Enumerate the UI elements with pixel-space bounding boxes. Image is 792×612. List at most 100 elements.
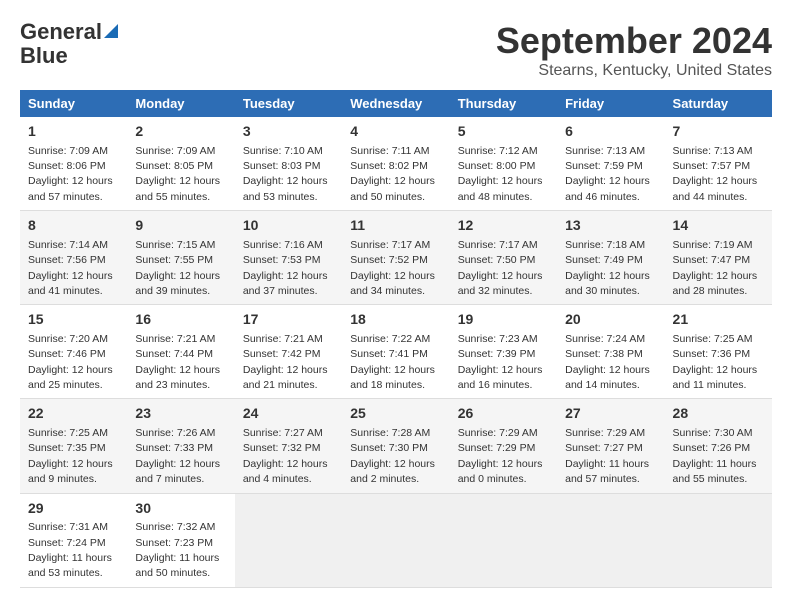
day-number: 15 <box>28 310 119 330</box>
logo-arrow-icon <box>104 24 118 38</box>
day-number: 12 <box>458 216 549 236</box>
day-info: Sunrise: 7:30 AM Sunset: 7:26 PM Dayligh… <box>673 427 757 485</box>
day-info: Sunrise: 7:21 AM Sunset: 7:44 PM Dayligh… <box>135 333 220 391</box>
calendar-cell: 9 Sunrise: 7:15 AM Sunset: 7:55 PM Daylig… <box>127 211 234 305</box>
calendar-cell: 29Sunrise: 7:31 AM Sunset: 7:24 PM Dayli… <box>20 493 127 587</box>
calendar-cell: 26 Sunrise: 7:29 AM Sunset: 7:29 PM Dayli… <box>450 399 557 493</box>
calendar-cell: 3 Sunrise: 7:10 AM Sunset: 8:03 PM Daylig… <box>235 117 342 211</box>
weekday-header-wednesday: Wednesday <box>342 90 449 117</box>
calendar-cell: 5 Sunrise: 7:12 AM Sunset: 8:00 PM Daylig… <box>450 117 557 211</box>
day-info: Sunrise: 7:28 AM Sunset: 7:30 PM Dayligh… <box>350 427 435 485</box>
calendar-cell: 20 Sunrise: 7:24 AM Sunset: 7:38 PM Dayli… <box>557 305 664 399</box>
day-number: 13 <box>565 216 656 236</box>
day-info: Sunrise: 7:24 AM Sunset: 7:38 PM Dayligh… <box>565 333 650 391</box>
calendar-cell: 18 Sunrise: 7:22 AM Sunset: 7:41 PM Dayli… <box>342 305 449 399</box>
day-info: Sunrise: 7:32 AM Sunset: 7:23 PM Dayligh… <box>135 521 219 579</box>
day-info: Sunrise: 7:09 AM Sunset: 8:06 PM Dayligh… <box>28 145 113 203</box>
day-number: 1 <box>28 122 119 142</box>
day-info: Sunrise: 7:22 AM Sunset: 7:41 PM Dayligh… <box>350 333 435 391</box>
calendar-cell: 25Sunrise: 7:28 AM Sunset: 7:30 PM Dayli… <box>342 399 449 493</box>
day-number: 7 <box>673 122 764 142</box>
day-info: Sunrise: 7:25 AM Sunset: 7:35 PM Dayligh… <box>28 427 113 485</box>
weekday-header-tuesday: Tuesday <box>235 90 342 117</box>
day-number: 10 <box>243 216 334 236</box>
weekday-header-thursday: Thursday <box>450 90 557 117</box>
calendar-cell <box>450 493 557 587</box>
day-number: 21 <box>673 310 764 330</box>
calendar-cell: 27 Sunrise: 7:29 AM Sunset: 7:27 PM Dayli… <box>557 399 664 493</box>
calendar-cell: 13 Sunrise: 7:18 AM Sunset: 7:49 PM Dayli… <box>557 211 664 305</box>
calendar-cell: 4 Sunrise: 7:11 AM Sunset: 8:02 PM Daylig… <box>342 117 449 211</box>
weekday-header-friday: Friday <box>557 90 664 117</box>
day-number: 22 <box>28 404 119 424</box>
calendar-cell: 30Sunrise: 7:32 AM Sunset: 7:23 PM Dayli… <box>127 493 234 587</box>
calendar-week-5: 29Sunrise: 7:31 AM Sunset: 7:24 PM Dayli… <box>20 493 772 587</box>
calendar-cell: 1 Sunrise: 7:09 AM Sunset: 8:06 PM Daylig… <box>20 117 127 211</box>
calendar-cell: 8Sunrise: 7:14 AM Sunset: 7:56 PM Daylig… <box>20 211 127 305</box>
day-info: Sunrise: 7:11 AM Sunset: 8:02 PM Dayligh… <box>350 145 435 203</box>
calendar-cell: 28 Sunrise: 7:30 AM Sunset: 7:26 PM Dayli… <box>665 399 772 493</box>
day-number: 11 <box>350 216 441 236</box>
calendar-cell: 22 Sunrise: 7:25 AM Sunset: 7:35 PM Dayli… <box>20 399 127 493</box>
day-number: 8 <box>28 216 119 236</box>
calendar-cell: 21 Sunrise: 7:25 AM Sunset: 7:36 PM Dayli… <box>665 305 772 399</box>
day-info: Sunrise: 7:15 AM Sunset: 7:55 PM Dayligh… <box>135 239 220 297</box>
day-info: Sunrise: 7:18 AM Sunset: 7:49 PM Dayligh… <box>565 239 650 297</box>
title-area: September 2024 Stearns, Kentucky, United… <box>496 20 772 80</box>
weekday-row: SundayMondayTuesdayWednesdayThursdayFrid… <box>20 90 772 117</box>
calendar-cell: 14 Sunrise: 7:19 AM Sunset: 7:47 PM Dayli… <box>665 211 772 305</box>
day-number: 6 <box>565 122 656 142</box>
calendar-cell: 10 Sunrise: 7:16 AM Sunset: 7:53 PM Dayli… <box>235 211 342 305</box>
calendar-table: SundayMondayTuesdayWednesdayThursdayFrid… <box>20 90 772 588</box>
day-info: Sunrise: 7:17 AM Sunset: 7:50 PM Dayligh… <box>458 239 543 297</box>
calendar-cell: 15 Sunrise: 7:20 AM Sunset: 7:46 PM Dayli… <box>20 305 127 399</box>
day-info: Sunrise: 7:23 AM Sunset: 7:39 PM Dayligh… <box>458 333 543 391</box>
calendar-cell: 24 Sunrise: 7:27 AM Sunset: 7:32 PM Dayli… <box>235 399 342 493</box>
day-info: Sunrise: 7:29 AM Sunset: 7:29 PM Dayligh… <box>458 427 543 485</box>
day-number: 3 <box>243 122 334 142</box>
day-number: 26 <box>458 404 549 424</box>
calendar-week-1: 1 Sunrise: 7:09 AM Sunset: 8:06 PM Daylig… <box>20 117 772 211</box>
calendar-cell: 7 Sunrise: 7:13 AM Sunset: 7:57 PM Daylig… <box>665 117 772 211</box>
day-number: 24 <box>243 404 334 424</box>
day-number: 5 <box>458 122 549 142</box>
day-number: 14 <box>673 216 764 236</box>
day-info: Sunrise: 7:19 AM Sunset: 7:47 PM Dayligh… <box>673 239 758 297</box>
location-title: Stearns, Kentucky, United States <box>496 62 772 80</box>
day-number: 28 <box>673 404 764 424</box>
day-number: 18 <box>350 310 441 330</box>
day-info: Sunrise: 7:25 AM Sunset: 7:36 PM Dayligh… <box>673 333 758 391</box>
day-number: 4 <box>350 122 441 142</box>
calendar-cell: 2Sunrise: 7:09 AM Sunset: 8:05 PM Daylig… <box>127 117 234 211</box>
day-number: 27 <box>565 404 656 424</box>
day-info: Sunrise: 7:12 AM Sunset: 8:00 PM Dayligh… <box>458 145 543 203</box>
day-number: 9 <box>135 216 226 236</box>
calendar-cell <box>665 493 772 587</box>
weekday-header-monday: Monday <box>127 90 234 117</box>
day-number: 19 <box>458 310 549 330</box>
day-number: 20 <box>565 310 656 330</box>
day-info: Sunrise: 7:10 AM Sunset: 8:03 PM Dayligh… <box>243 145 328 203</box>
day-number: 30 <box>135 499 226 519</box>
day-info: Sunrise: 7:26 AM Sunset: 7:33 PM Dayligh… <box>135 427 220 485</box>
calendar-cell <box>557 493 664 587</box>
day-info: Sunrise: 7:27 AM Sunset: 7:32 PM Dayligh… <box>243 427 328 485</box>
month-title: September 2024 <box>496 20 772 62</box>
calendar-week-4: 22 Sunrise: 7:25 AM Sunset: 7:35 PM Dayli… <box>20 399 772 493</box>
calendar-cell: 19 Sunrise: 7:23 AM Sunset: 7:39 PM Dayli… <box>450 305 557 399</box>
day-info: Sunrise: 7:16 AM Sunset: 7:53 PM Dayligh… <box>243 239 328 297</box>
day-info: Sunrise: 7:13 AM Sunset: 7:57 PM Dayligh… <box>673 145 758 203</box>
day-info: Sunrise: 7:20 AM Sunset: 7:46 PM Dayligh… <box>28 333 113 391</box>
calendar-week-3: 15 Sunrise: 7:20 AM Sunset: 7:46 PM Dayli… <box>20 305 772 399</box>
day-info: Sunrise: 7:21 AM Sunset: 7:42 PM Dayligh… <box>243 333 328 391</box>
calendar-week-2: 8Sunrise: 7:14 AM Sunset: 7:56 PM Daylig… <box>20 211 772 305</box>
calendar-cell <box>235 493 342 587</box>
calendar-cell: 17 Sunrise: 7:21 AM Sunset: 7:42 PM Dayli… <box>235 305 342 399</box>
calendar-cell: 16Sunrise: 7:21 AM Sunset: 7:44 PM Dayli… <box>127 305 234 399</box>
calendar-cell: 12 Sunrise: 7:17 AM Sunset: 7:50 PM Dayli… <box>450 211 557 305</box>
logo-general: General <box>20 20 102 44</box>
weekday-header-saturday: Saturday <box>665 90 772 117</box>
logo: General Blue <box>20 20 118 68</box>
day-info: Sunrise: 7:29 AM Sunset: 7:27 PM Dayligh… <box>565 427 649 485</box>
day-number: 17 <box>243 310 334 330</box>
